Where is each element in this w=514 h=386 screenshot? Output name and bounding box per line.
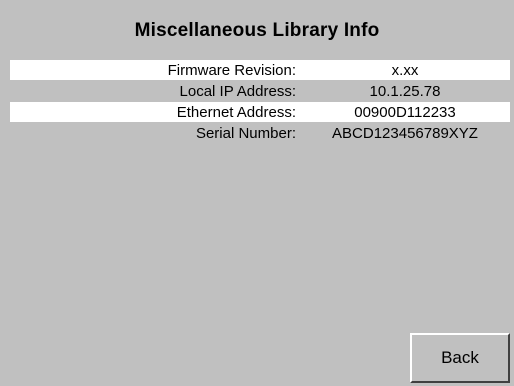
info-value: 10.1.25.78 <box>369 82 441 100</box>
info-label: Serial Number: <box>195 124 296 142</box>
info-row-local-ip-address: Local IP Address: 10.1.25.78 <box>10 81 510 101</box>
info-value: 00900D112233 <box>354 103 456 121</box>
info-label: Firmware Revision: <box>167 61 296 79</box>
misc-library-info-screen: { "screen": { "title": "Miscellaneous Li… <box>0 0 514 386</box>
info-row-firmware-revision: Firmware Revision: x.xx <box>10 60 510 80</box>
info-row-serial-number: Serial Number: ABCD123456789XYZ <box>10 123 510 143</box>
back-button[interactable]: Back <box>410 333 510 383</box>
info-label: Ethernet Address: <box>176 103 296 121</box>
info-value: x.xx <box>391 61 419 79</box>
page-title: Miscellaneous Library Info <box>134 20 380 41</box>
info-value: ABCD123456789XYZ <box>332 124 478 142</box>
info-row-ethernet-address: Ethernet Address: 00900D112233 <box>10 102 510 122</box>
info-table: Firmware Revision: x.xx Local IP Address… <box>10 60 510 144</box>
info-label: Local IP Address: <box>179 82 296 100</box>
